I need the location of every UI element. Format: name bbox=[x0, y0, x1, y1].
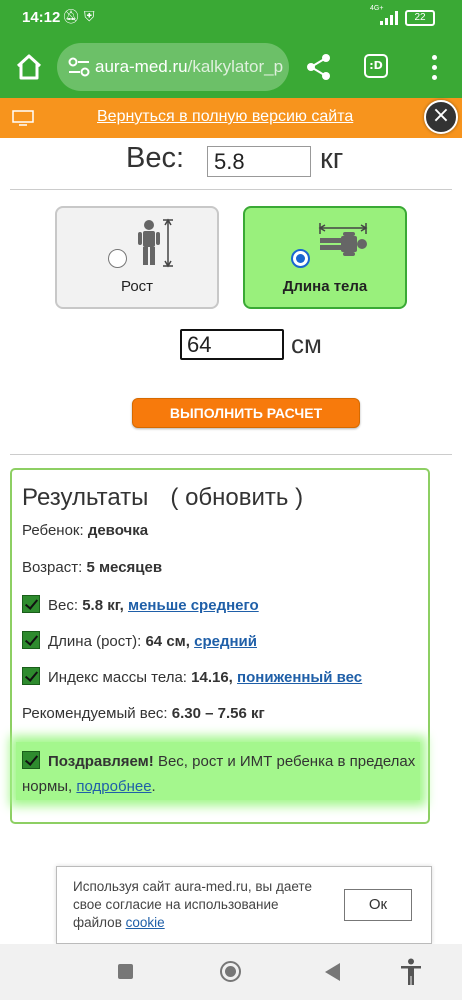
congrats-text: Поздравляем! Вес, рост и ИМТ ребенка в п… bbox=[22, 749, 422, 799]
mode-height-option[interactable]: Рост bbox=[55, 206, 219, 309]
mute-alarm-icon: 🔕︎ bbox=[62, 8, 80, 24]
divider bbox=[10, 189, 452, 190]
age-label: Возраст: bbox=[22, 559, 87, 576]
congrats-bold: Поздравляем! bbox=[48, 753, 154, 770]
share-icon[interactable] bbox=[306, 53, 332, 81]
mode-length-label: Длина тела bbox=[282, 278, 368, 295]
weight-label: Вес: bbox=[126, 142, 185, 174]
status-bar: 14:12 🔕︎ ⛨ 4G+ 22 bbox=[0, 0, 462, 36]
lying-child-icon bbox=[318, 223, 368, 256]
recents-icon[interactable] bbox=[118, 964, 133, 979]
checkbox-icon bbox=[22, 751, 40, 769]
weight-result-label: Вес: bbox=[48, 597, 83, 614]
system-nav-bar bbox=[0, 944, 462, 1000]
child-label: Ребенок: bbox=[22, 522, 88, 539]
accessibility-icon[interactable] bbox=[400, 958, 422, 986]
cookie-message: Используя сайт aura-med.ru, вы даете сво… bbox=[73, 878, 323, 932]
menu-icon[interactable] bbox=[424, 52, 444, 82]
radio-length[interactable] bbox=[291, 249, 310, 268]
battery-icon: 22 bbox=[405, 10, 435, 26]
length-input[interactable]: 64 bbox=[180, 329, 284, 360]
age-line: Возраст: 5 месяцев bbox=[22, 559, 162, 576]
status-time: 14:12 bbox=[22, 9, 61, 26]
radio-height[interactable] bbox=[108, 249, 127, 268]
tune-icon[interactable] bbox=[67, 56, 91, 78]
length-unit: см bbox=[291, 329, 322, 359]
bmi-result-line: Индекс массы тела: 14.16, пониженный вес bbox=[22, 667, 362, 686]
home-icon[interactable] bbox=[14, 52, 44, 82]
close-icon[interactable]: × bbox=[424, 100, 458, 134]
mode-length-option[interactable]: Длина тела bbox=[243, 206, 407, 309]
length-assessment-link[interactable]: средний bbox=[194, 633, 257, 650]
results-panel: Результаты( обновить ) Ребенок: девочка … bbox=[10, 468, 430, 824]
calculate-button[interactable]: ВЫПОЛНИТЬ РАСЧЕТ bbox=[132, 398, 360, 428]
signal-icon bbox=[380, 11, 398, 25]
cookie-notice: Используя сайт aura-med.ru, вы даете сво… bbox=[56, 866, 432, 944]
checkbox-icon bbox=[22, 595, 40, 613]
congrats-box: Поздравляем! Вес, рост и ИМТ ребенка в п… bbox=[16, 742, 420, 800]
congrats-end: . bbox=[151, 778, 156, 795]
url-domain: aura-med.ru bbox=[95, 57, 188, 76]
child-line: Ребенок: девочка bbox=[22, 522, 148, 539]
recommended-weight-label: Рекомендуемый вес: bbox=[22, 705, 172, 722]
tabs-icon[interactable]: :D bbox=[364, 54, 388, 78]
results-title: Результаты ( обновить ) bbox=[22, 484, 303, 512]
shield-icon: ⛨ bbox=[84, 8, 95, 24]
back-icon[interactable] bbox=[325, 963, 340, 981]
address-bar[interactable]: aura-med.ru/kalkylator_pc bbox=[57, 43, 289, 91]
weight-assessment-link[interactable]: меньше среднего bbox=[128, 597, 259, 614]
length-result-value: 64 см, bbox=[145, 633, 190, 650]
length-result-label: Длина (рост): bbox=[48, 633, 146, 650]
monitor-icon bbox=[12, 110, 34, 126]
weight-unit: кг bbox=[320, 143, 344, 175]
url-text[interactable]: aura-med.ru/kalkylator_pc bbox=[95, 57, 283, 77]
bmi-value: 14.16, bbox=[191, 669, 233, 686]
weight-result-line: Вес: 5.8 кг, меньше среднего bbox=[22, 595, 259, 614]
child-value: девочка bbox=[87, 522, 149, 539]
cookie-ok-button[interactable]: Ок bbox=[344, 889, 412, 921]
age-value: 5 месяцев bbox=[86, 559, 163, 576]
full-version-link[interactable]: Вернуться в полную версию сайта bbox=[97, 108, 353, 126]
length-result-line: Длина (рост): 64 см, средний bbox=[22, 631, 257, 650]
weight-result-value: 5.8 кг, bbox=[82, 597, 124, 614]
url-path: /kalkylator_pc bbox=[187, 57, 283, 76]
weight-input[interactable]: 5.8 bbox=[207, 146, 311, 177]
recommended-weight-line: Рекомендуемый вес: 6.30 – 7.56 кг bbox=[22, 705, 265, 722]
home-nav-icon[interactable] bbox=[220, 961, 241, 982]
results-heading: Результаты bbox=[22, 484, 149, 511]
divider bbox=[10, 454, 452, 455]
cookie-text: Используя сайт aura-med.ru, вы даете сво… bbox=[73, 879, 312, 930]
more-link[interactable]: подробнее bbox=[76, 778, 151, 795]
refresh-link[interactable]: ( обновить ) bbox=[170, 484, 303, 511]
browser-toolbar: aura-med.ru/kalkylator_pc :D bbox=[0, 36, 462, 98]
standing-child-icon bbox=[138, 218, 173, 268]
bmi-label: Индекс массы тела: bbox=[48, 669, 192, 686]
full-version-banner: Вернуться в полную версию сайта bbox=[0, 98, 462, 138]
checkbox-icon bbox=[22, 631, 40, 649]
cookie-link[interactable]: cookie bbox=[126, 915, 165, 930]
checkbox-icon bbox=[22, 667, 40, 685]
mode-height-label: Рост bbox=[120, 278, 154, 295]
recommended-weight-value: 6.30 – 7.56 кг bbox=[171, 705, 265, 722]
bmi-assessment-link[interactable]: пониженный вес bbox=[237, 669, 362, 686]
